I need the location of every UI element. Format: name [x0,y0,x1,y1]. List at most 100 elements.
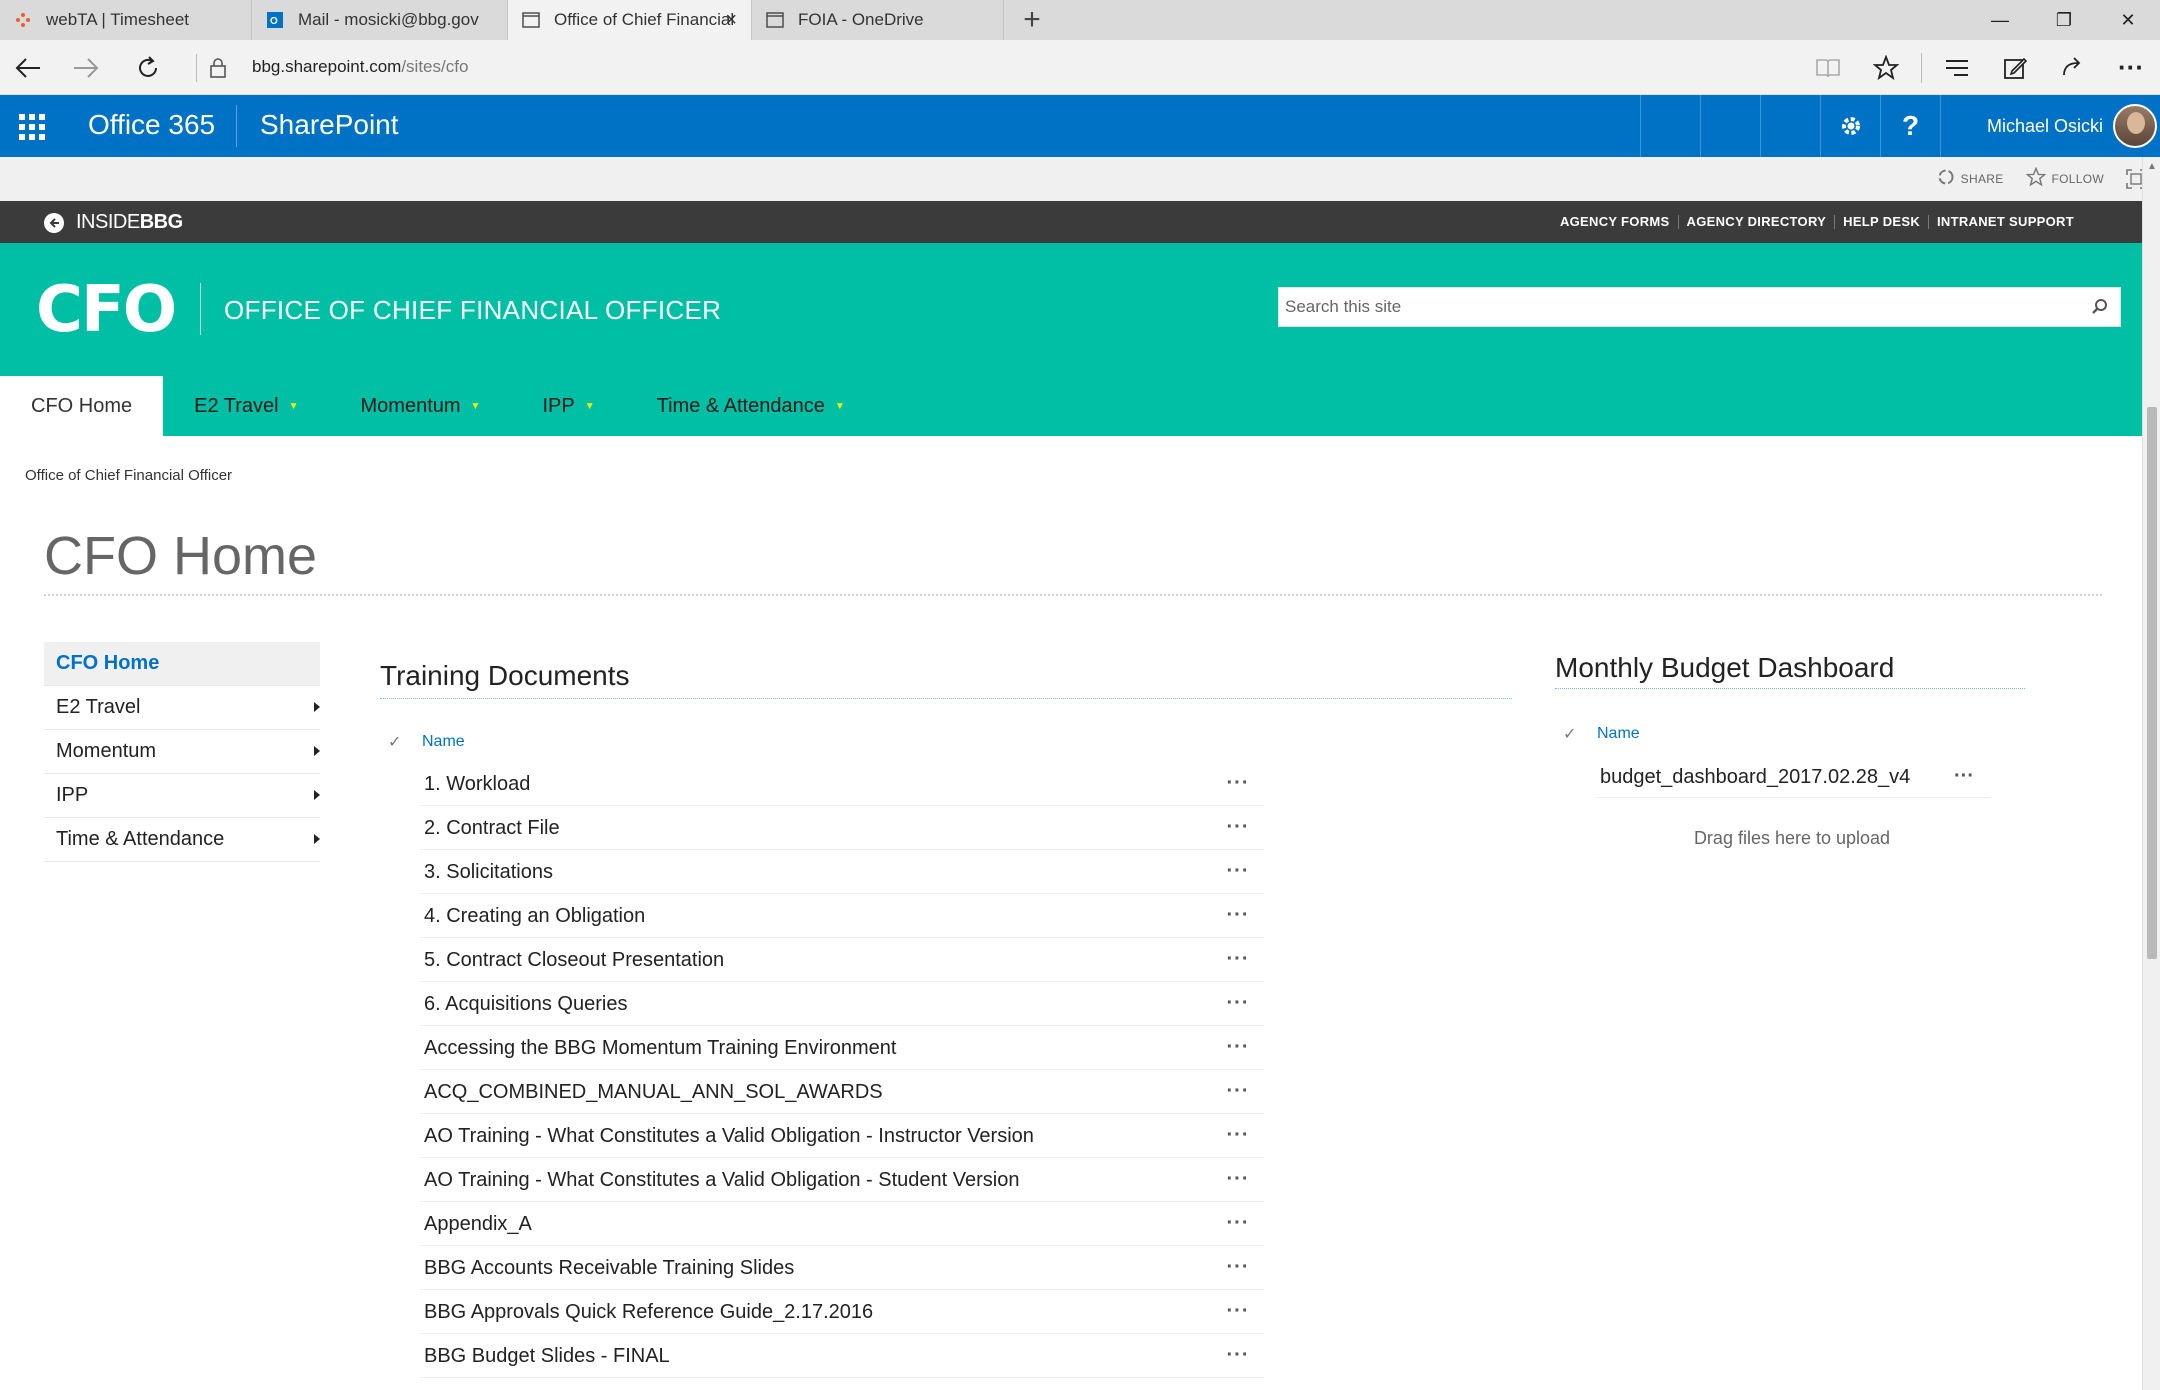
document-link[interactable]: BBG Budget Slides - FINAL [420,1334,1212,1378]
more-options-icon[interactable]: ··· [1212,938,1264,982]
minimize-icon[interactable]: — [1968,0,2032,40]
document-link[interactable]: 5. Contract Closeout Presentation [420,938,1212,982]
settings-gear-icon[interactable] [1820,95,1880,157]
more-options-icon[interactable]: ··· [1212,1202,1264,1246]
quicklaunch-item[interactable]: E2 Travel [44,686,320,730]
more-options-icon[interactable]: ··· [1212,1158,1264,1202]
document-link[interactable]: BBG Approvals Quick Reference Guide_2.17… [420,1290,1212,1334]
reading-view-icon[interactable] [1799,40,1857,95]
topnav-item[interactable]: Time & Attendance ▼ [626,376,876,436]
url-field[interactable]: bbg.sharepoint.com/sites/cfo [252,57,468,77]
office365-brand[interactable]: Office 365 [88,109,215,141]
quicklaunch-item[interactable]: Momentum [44,730,320,774]
search-icon[interactable] [2090,297,2110,317]
more-options-icon[interactable]: ··· [1212,850,1264,894]
topnav-item[interactable]: E2 Travel ▼ [163,376,329,436]
more-options-icon[interactable]: ··· [1212,1114,1264,1158]
document-link[interactable]: 2. Contract File [420,806,1212,850]
budget-dashboard-title[interactable]: Monthly Budget Dashboard [1555,652,1894,684]
quicklaunch-label: Momentum [56,740,157,762]
app-launcher-icon[interactable] [0,95,62,157]
addr-separator [1921,52,1922,83]
more-options-icon[interactable]: ··· [1212,1290,1264,1334]
share-label: SHARE [1960,172,2004,186]
avatar[interactable] [2113,104,2158,148]
document-link[interactable]: ACQ_COMBINED_MANUAL_ANN_SOL_AWARDS [420,1070,1212,1114]
user-account[interactable]: Michael Osicki [1940,95,2158,157]
training-documents-title[interactable]: Training Documents [380,660,630,692]
more-options-icon[interactable]: ··· [1212,894,1264,938]
more-options-icon[interactable]: ··· [1212,982,1264,1026]
share-page-icon[interactable] [2044,40,2102,95]
topnav-label: E2 Travel [194,394,279,417]
browser-tab[interactable]: Office of Chief Financial × [508,0,752,40]
document-link[interactable]: AO Training - What Constitutes a Valid O… [420,1158,1212,1202]
follow-button[interactable]: FOLLOW [2025,166,2104,192]
more-menu-icon[interactable]: ··· [2102,40,2160,95]
budget-file-link[interactable]: budget_dashboard_2017.02.28_v4 [1596,756,1938,798]
search-input[interactable] [1279,288,2059,326]
quicklaunch-item[interactable]: IPP [44,774,320,818]
cfo-logo[interactable]: CFO [36,273,177,347]
restore-icon[interactable]: ❐ [2032,0,2096,40]
more-options-icon[interactable]: ··· [1212,1334,1264,1378]
browser-tab[interactable]: webTA | Timesheet [0,0,252,40]
more-options-icon[interactable]: ··· [1212,1246,1264,1290]
budget-name-column[interactable]: Name [1597,725,1640,743]
inside-bbg-logo[interactable]: INSIDEBBG [76,211,183,234]
more-options-icon[interactable]: ··· [1212,806,1264,850]
document-link[interactable]: BBG Accounts Receivable Training Slides [420,1246,1212,1290]
quicklaunch-item[interactable]: Time & Attendance [44,818,320,862]
more-options-icon[interactable]: ··· [1212,1026,1264,1070]
web-note-icon[interactable] [1986,40,2044,95]
training-name-column[interactable]: Name [422,733,465,751]
back-icon[interactable] [8,48,48,88]
breadcrumb[interactable]: Office of Chief Financial Officer [25,467,232,484]
upload-drop-zone[interactable]: Drag files here to upload [1560,828,2024,849]
more-options-icon[interactable]: ··· [1212,762,1264,806]
document-link[interactable]: 6. Acquisitions Queries [420,982,1212,1026]
topnav-item[interactable]: CFO Home [0,376,164,436]
document-link[interactable]: Accessing the BBG Momentum Training Envi… [420,1026,1212,1070]
refresh-icon[interactable] [128,48,168,88]
document-link[interactable]: 3. Solicitations [420,850,1212,894]
lock-icon[interactable] [206,56,230,80]
topnav-label: Momentum [360,394,461,417]
scroll-up-icon[interactable]: ▲ [2147,161,2157,172]
site-title[interactable]: OFFICE OF CHIEF FINANCIAL OFFICER [224,295,721,326]
topnav-label: Time & Attendance [656,394,825,417]
document-link[interactable]: AO Training - What Constitutes a Valid O… [420,1114,1212,1158]
list-item: budget_dashboard_2017.02.28_v4 ··· [1596,756,1990,798]
utility-link[interactable]: AGENCY FORMS [1552,215,1678,229]
table-row: 1. Workload ··· [420,762,1264,806]
close-window-icon[interactable]: ✕ [2096,0,2160,40]
browser-tab[interactable]: FOIA - OneDrive [752,0,1004,40]
more-options-icon[interactable]: ··· [1938,756,1990,798]
page-scrollbar[interactable]: ▲ [2142,157,2160,1390]
forward-icon[interactable] [66,48,106,88]
topnav-item[interactable]: Momentum ▼ [330,376,512,436]
more-options-icon[interactable]: ··· [1212,1070,1264,1114]
utility-link[interactable]: INTRANET SUPPORT [1928,215,2082,229]
table-row: BBG Accounts Receivable Training Slides ·… [420,1246,1264,1290]
hub-icon[interactable] [1928,40,1986,95]
budget-select-all-check-icon[interactable]: ✓ [1555,724,1597,744]
sharepoint-app-name[interactable]: SharePoint [260,109,399,141]
document-link[interactable]: 4. Creating an Obligation [420,894,1212,938]
share-button[interactable]: SHARE [1937,168,2004,191]
utility-link[interactable]: AGENCY DIRECTORY [1677,215,1835,229]
back-arrow-icon[interactable] [44,213,64,233]
topnav-item[interactable]: IPP ▼ [511,376,625,436]
quicklaunch-item[interactable]: CFO Home [44,642,320,686]
new-tab-button[interactable]: + [1004,0,1060,40]
select-all-check-icon[interactable]: ✓ [380,732,422,752]
document-link[interactable]: 1. Workload [420,762,1212,806]
close-tab-icon[interactable]: × [725,9,737,32]
browser-tab[interactable]: O Mail - mosicki@bbg.gov [252,0,508,40]
help-icon[interactable]: ? [1880,95,1940,157]
scroll-thumb[interactable] [2147,407,2157,959]
favorite-star-icon[interactable] [1857,40,1915,95]
document-link[interactable]: Appendix_A [420,1202,1212,1246]
utility-link[interactable]: HELP DESK [1834,215,1928,229]
table-row: ACQ_COMBINED_MANUAL_ANN_SOL_AWARDS ··· [420,1070,1264,1114]
